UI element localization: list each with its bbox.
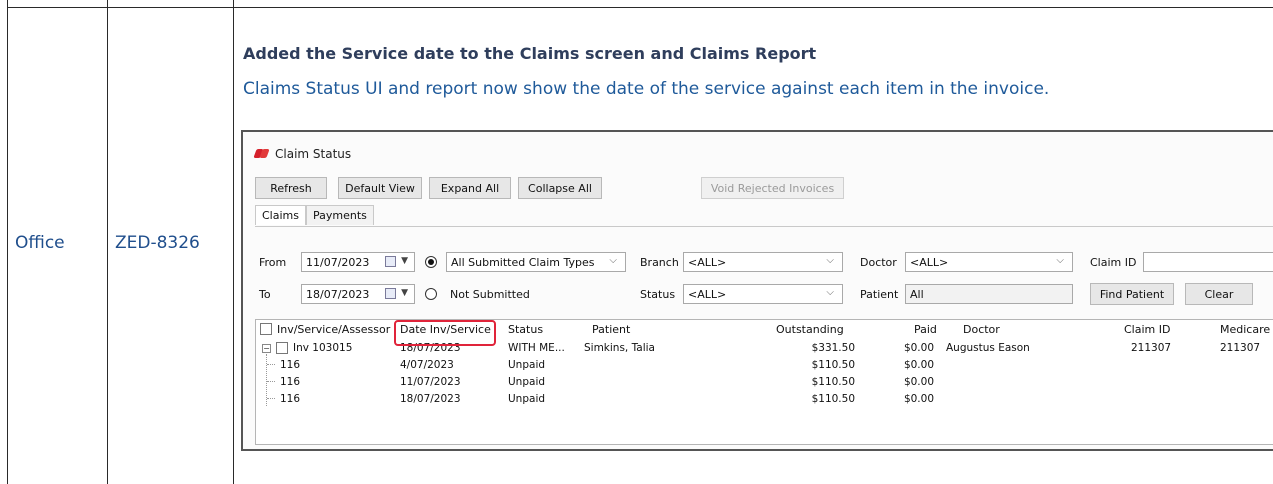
row-date[interactable]: 11/07/2023 — [400, 376, 461, 388]
refresh-button[interactable]: Refresh — [255, 177, 327, 199]
tree-connector — [267, 364, 275, 365]
row-paid[interactable]: $0.00 — [894, 376, 934, 388]
row-date[interactable]: 18/07/2023 — [400, 393, 461, 405]
not-submitted-label: Not Submitted — [450, 288, 530, 301]
row-status[interactable]: WITH ME... — [508, 342, 565, 354]
row-patient[interactable]: Simkins, Talia — [584, 342, 655, 354]
row-outstanding[interactable]: $331.50 — [803, 342, 855, 354]
doctor-select[interactable]: <ALL> ⌵ — [905, 252, 1073, 272]
table-border-col2 — [233, 0, 234, 484]
row-checkbox[interactable] — [276, 342, 288, 354]
patient-label: Patient — [860, 288, 899, 301]
row-outstanding[interactable]: $110.50 — [803, 376, 855, 388]
row-paid[interactable]: $0.00 — [894, 342, 934, 354]
doctor-label: Doctor — [860, 256, 897, 269]
claim-id-label: Claim ID — [1090, 256, 1137, 269]
row-paid[interactable]: $0.00 — [894, 393, 934, 405]
row-outstanding[interactable]: $110.50 — [803, 359, 855, 371]
calendar-icon[interactable] — [385, 288, 396, 299]
collapse-all-button[interactable]: Collapse All — [518, 177, 602, 199]
app-logo-icon — [255, 149, 269, 159]
header-doctor[interactable]: Doctor — [963, 320, 1000, 338]
row-medicare[interactable]: 211307 — [1220, 342, 1260, 354]
not-submitted-radio[interactable] — [425, 288, 437, 300]
tree-connector — [267, 398, 275, 399]
status-label: Status — [640, 288, 676, 301]
find-patient-button[interactable]: Find Patient — [1090, 283, 1174, 305]
void-rejected-invoices-button[interactable]: Void Rejected Invoices — [701, 177, 844, 199]
header-paid[interactable]: Paid — [914, 320, 937, 338]
row-date[interactable]: 4/07/2023 — [400, 359, 454, 371]
chevron-down-icon: ⌵ — [826, 287, 834, 298]
window-title: Claim Status — [275, 147, 352, 161]
note-description: Claims Status UI and report now show the… — [243, 79, 1050, 99]
note-title: Added the Service date to the Claims scr… — [243, 44, 817, 63]
claim-types-select[interactable]: All Submitted Claim Types ⌵ — [446, 252, 626, 272]
from-date-value: 11/07/2023 — [306, 255, 370, 269]
to-date-field[interactable]: 18/07/2023 ▼ — [301, 284, 415, 304]
select-all-checkbox[interactable] — [260, 323, 272, 335]
table-top-border — [7, 7, 1273, 8]
row-inv[interactable]: 116 — [280, 393, 300, 405]
claim-id-input[interactable] — [1143, 252, 1273, 272]
cell-id: ZED-8326 — [115, 233, 200, 253]
clear-button[interactable]: Clear — [1185, 283, 1253, 305]
row-inv[interactable]: 116 — [280, 376, 300, 388]
tab-bar: Claims Payments — [255, 205, 374, 225]
table-border-col1 — [107, 0, 108, 484]
cell-type: Office — [15, 233, 65, 253]
branch-label: Branch — [640, 256, 679, 269]
window-title-bar: Claim Status — [255, 147, 351, 161]
chevron-down-icon[interactable]: ▼ — [401, 288, 408, 298]
tree-connector — [267, 381, 275, 382]
chevron-down-icon: ⌵ — [1056, 255, 1064, 266]
collapse-toggle-icon[interactable]: − — [262, 344, 271, 353]
from-date-field[interactable]: 11/07/2023 ▼ — [301, 252, 415, 272]
default-view-button[interactable]: Default View — [338, 177, 422, 199]
date-column-highlight — [394, 320, 496, 346]
row-status[interactable]: Unpaid — [508, 376, 545, 388]
from-label: From — [259, 256, 287, 269]
to-date-value: 18/07/2023 — [306, 287, 370, 301]
patient-field[interactable]: All — [905, 284, 1073, 304]
row-inv[interactable]: 116 — [280, 359, 300, 371]
branch-value: <ALL> — [688, 255, 727, 269]
chevron-down-icon[interactable]: ▼ — [401, 256, 408, 266]
row-outstanding[interactable]: $110.50 — [803, 393, 855, 405]
row-status[interactable]: Unpaid — [508, 359, 545, 371]
branch-select[interactable]: <ALL> ⌵ — [683, 252, 843, 272]
header-inv-service[interactable]: Inv/Service/Assessor — [277, 320, 390, 338]
header-medicare[interactable]: Medicare — [1220, 320, 1270, 338]
tab-claims[interactable]: Claims — [255, 205, 306, 225]
status-select[interactable]: <ALL> ⌵ — [683, 284, 843, 304]
expand-all-button[interactable]: Expand All — [429, 177, 511, 199]
row-paid[interactable]: $0.00 — [894, 359, 934, 371]
header-status[interactable]: Status — [508, 320, 543, 338]
header-outstanding[interactable]: Outstanding — [776, 320, 844, 338]
header-claim-id[interactable]: Claim ID — [1124, 320, 1170, 338]
calendar-icon[interactable] — [385, 256, 396, 267]
row-status[interactable]: Unpaid — [508, 393, 545, 405]
tab-underline — [255, 226, 1273, 227]
submitted-claims-radio[interactable] — [425, 256, 437, 268]
tab-payments[interactable]: Payments — [305, 205, 374, 225]
claim-types-value: All Submitted Claim Types — [451, 255, 595, 269]
claim-status-window: Claim Status Refresh Default View Expand… — [241, 130, 1273, 451]
table-border-left — [7, 0, 8, 484]
row-doctor[interactable]: Augustus Eason — [946, 342, 1030, 354]
row-claim-id[interactable]: 211307 — [1131, 342, 1171, 354]
chevron-down-icon: ⌵ — [609, 255, 617, 266]
chevron-down-icon: ⌵ — [826, 255, 834, 266]
status-value: <ALL> — [688, 287, 727, 301]
row-inv[interactable]: Inv 103015 — [293, 342, 352, 354]
header-patient[interactable]: Patient — [592, 320, 630, 338]
doctor-value: <ALL> — [910, 255, 949, 269]
to-label: To — [259, 288, 271, 301]
